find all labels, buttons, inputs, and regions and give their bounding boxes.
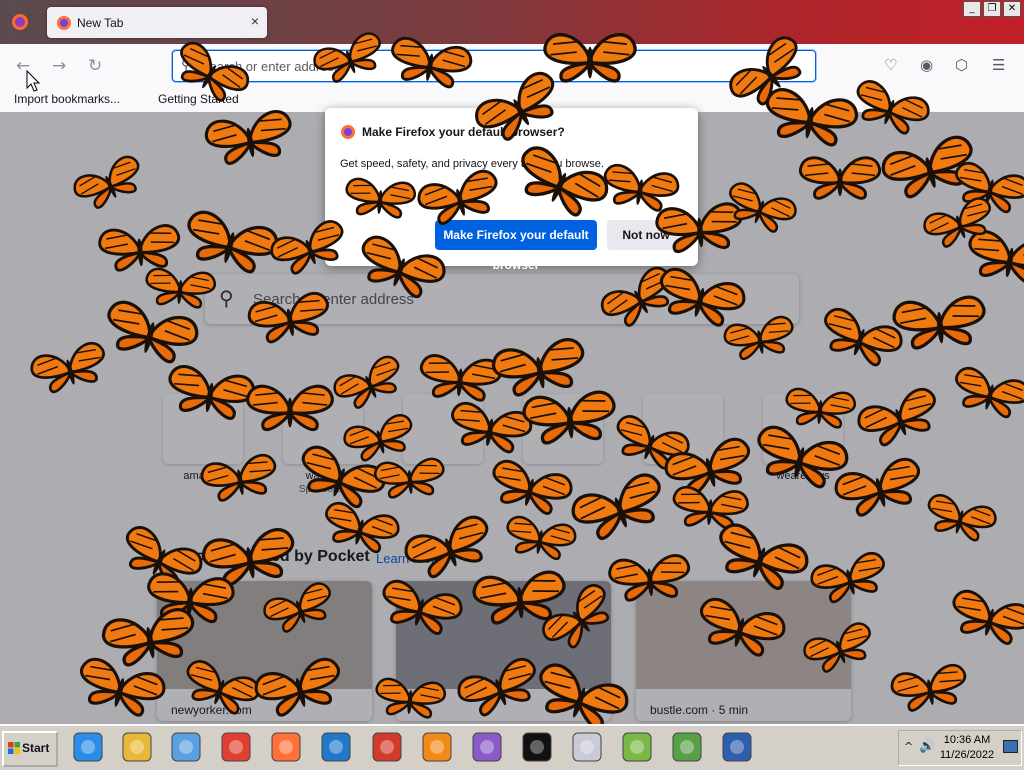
title-bar: New Tab × _ ❐ ✕ [0, 0, 1024, 44]
tray-expand-icon[interactable]: ^ [904, 740, 913, 753]
menu-icon[interactable]: ☰ [992, 56, 1005, 74]
search-icon: ⚲ [181, 57, 192, 73]
clock-time[interactable]: 10:36 AM [937, 734, 997, 746]
dialog-title: Make Firefox your default browser? [362, 125, 565, 139]
volume-icon[interactable]: 🔊 [919, 739, 935, 754]
pocket-icon[interactable]: ♡ [884, 56, 897, 74]
visual-studio-code-icon[interactable] [318, 731, 354, 763]
avast-icon[interactable] [419, 731, 455, 763]
vpn-icon[interactable] [469, 731, 505, 763]
media-player-icon[interactable] [168, 731, 204, 763]
minimize-button[interactable]: _ [963, 1, 981, 17]
window-controls: _ ❐ ✕ [963, 1, 1021, 17]
game-app-icon[interactable] [669, 731, 705, 763]
mouse-cursor-icon [26, 70, 40, 92]
firefox-icon[interactable] [268, 731, 304, 763]
firefox-logo-icon [341, 125, 355, 139]
red-app-icon[interactable] [369, 731, 405, 763]
tab-close-icon[interactable]: × [251, 13, 259, 29]
reload-icon[interactable]: ↻ [88, 56, 102, 76]
firefox-menu-icon[interactable] [10, 12, 30, 32]
start-button[interactable]: Start [2, 731, 58, 767]
command-prompt-icon[interactable] [519, 731, 555, 763]
taskbar: Start ^ 🔊 10:36 AM 11/26/2022 [0, 724, 1024, 770]
url-placeholder[interactable]: Search or enter address [201, 59, 340, 74]
file-explorer-icon[interactable] [119, 731, 155, 763]
notepad-icon[interactable] [619, 731, 655, 763]
navigation-bar: ← → ↻ ⚲ Search or enter address ♡ ◉ ⬡ ☰ [0, 44, 1024, 86]
tab-new-tab[interactable]: New Tab × [47, 7, 267, 38]
forward-icon[interactable]: → [52, 56, 66, 76]
chrome-icon[interactable] [218, 731, 254, 763]
close-button[interactable]: ✕ [1003, 1, 1021, 17]
windows-flag-icon [8, 742, 20, 754]
not-now-button[interactable]: Not now [607, 220, 685, 250]
account-icon[interactable]: ◉ [920, 56, 933, 74]
dialog-body: Get speed, safety, and privacy every tim… [340, 158, 604, 170]
bookmark-getting-started[interactable]: Getting Started [158, 92, 239, 106]
firefox-tab-icon [57, 16, 71, 30]
floppy-save-icon[interactable] [719, 731, 755, 763]
system-tray: ^ 🔊 10:36 AM 11/26/2022 [898, 730, 1022, 766]
extensions-icon[interactable]: ⬡ [955, 56, 968, 74]
default-browser-dialog: Make Firefox your default browser? Get s… [325, 108, 698, 272]
tab-title: New Tab [77, 16, 124, 30]
show-desktop-icon[interactable] [1003, 740, 1018, 753]
bookmark-import[interactable]: Import bookmarks... [14, 92, 120, 106]
internet-explorer-icon[interactable] [70, 731, 106, 763]
maximize-button[interactable]: ❐ [983, 1, 1001, 17]
url-bar[interactable]: ⚲ Search or enter address [172, 50, 816, 82]
start-label: Start [22, 741, 50, 755]
app-installer-icon[interactable] [569, 731, 605, 763]
set-default-button[interactable]: Make Firefox your default browser [435, 220, 597, 272]
clock-date[interactable]: 11/26/2022 [937, 749, 997, 761]
